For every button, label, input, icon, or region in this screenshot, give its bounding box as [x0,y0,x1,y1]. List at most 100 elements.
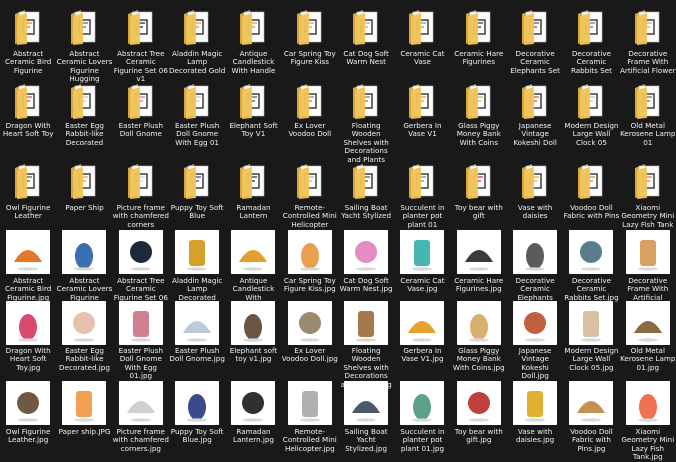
folder-item[interactable]: Antique Candlestick With Handle [225,6,281,80]
file-item[interactable]: Decorative Frame With Artificial Flower.… [620,230,676,310]
folder-row-1: Abstract Ceramic Bird Figurine Abstract C… [0,6,676,83]
folder-item[interactable]: Puppy Toy Soft Blue [169,160,225,234]
folder-item[interactable]: Owl Figurine Leather [0,160,56,234]
folder-item[interactable]: Floating Wooden Shelves with Decorations… [338,80,394,163]
folder-item[interactable]: Ceramic Cat Vase [394,6,450,80]
file-name: Remote-Controlled Mini Helicopter.jpg [282,428,337,453]
file-item[interactable]: Succulent in planter pot plant 01.jpg [394,381,450,455]
folder-name: Decorative Ceramic Elephants Set [510,50,560,75]
image-thumbnail [344,381,389,429]
file-item[interactable]: Voodoo Doll Fabric with Pins.jpg [563,381,619,455]
image-thumbnail [344,301,389,349]
file-item[interactable]: Decorative Ceramic Elephants Set.jpg [507,230,563,310]
file-item[interactable]: Antique Candlestick With Handle.jpg [225,230,281,310]
file-item[interactable]: Sailing Boat Yacht Stylized.jpg [338,381,394,455]
folder-item[interactable]: Car Spring Toy Figure Kiss [282,6,338,80]
folder-icon [633,160,663,204]
folder-item[interactable]: Remote-Controlled Mini Helicopter [282,160,338,234]
file-item[interactable]: Ceramic Cat Vase.jpg [394,230,450,304]
folder-item[interactable]: Toy bear with gift [451,160,507,234]
file-name: Easter Egg Rabbit-like Decorated.jpg [59,347,110,372]
folder-item[interactable]: Old Metal Kerosene Lamp 01 [620,80,676,154]
folder-name: Sailing Boat Yacht Stylized [341,204,392,221]
file-item[interactable]: Abstract Ceramic Lovers Figurine Hugging… [56,230,112,310]
folder-item[interactable]: Vase with daisies [507,160,563,234]
file-item[interactable]: Xiaomi Geometry Mini Lazy Fish Tank.jpg [620,381,676,461]
folder-item[interactable]: Glass Piggy Money Bank With Coins [451,80,507,154]
folder-item[interactable]: Sailing Boat Yacht Stylized [338,160,394,234]
file-item[interactable]: Abstract Ceramic Bird Figurine.jpg [0,230,56,304]
folder-item[interactable]: Japanese Vintage Kokeshi Doll [507,80,563,154]
file-item[interactable]: Vase with daisies.jpg [507,381,563,455]
folder-item[interactable]: Voodoo Doll Fabric with Pins [563,160,619,234]
folder-item[interactable]: Cat Dog Soft Warm Nest [338,6,394,80]
folder-name: Easter Plush Doll Gnome [118,122,163,139]
file-item[interactable]: Gerbera In Vase V1.jpg [394,301,450,375]
file-item[interactable]: Glass Piggy Money Bank With Coins.jpg [451,301,507,375]
image-thumbnail [118,381,163,429]
file-item[interactable]: Picture frame with chamfered corners.jpg [113,381,169,455]
folder-item[interactable]: Decorative Frame With Artificial Flower [620,6,676,80]
file-item[interactable]: Ceramic Hare Figurines.jpg [451,230,507,304]
file-item[interactable]: Old Metal Kerosene Lamp 01.jpg [620,301,676,375]
file-item[interactable]: Easter Plush Doll Gnome With Egg 01.jpg [113,301,169,380]
folder-item[interactable]: Paper Ship [56,160,112,234]
file-item[interactable]: Abstract Tree Ceramic Figurine Set 06 v1… [113,230,169,310]
folder-item[interactable]: Picture frame with chamfered corners [113,160,169,234]
file-item[interactable]: Aladdin Magic Lamp Decorated Gold.jpg [169,230,225,310]
file-item[interactable]: Ramadan Lantern.jpg [225,381,281,455]
file-item[interactable]: Modern Design Large Wall Clock 05.jpg [563,301,619,375]
file-name: Glass Piggy Money Bank With Coins.jpg [452,347,505,372]
folder-name: Aladdin Magic Lamp Decorated Gold [169,50,226,75]
folder-item[interactable]: Abstract Tree Ceramic Figurine Set 06 v1 [113,6,169,83]
folder-item[interactable]: Succulent in planter pot plant 01 [394,160,450,234]
folder-icon [69,6,99,50]
file-item[interactable]: Dragon With Heart Soft Toy.jpg [0,301,56,375]
file-item[interactable]: Japanese Vintage Kokeshi Doll.jpg [507,301,563,380]
file-item[interactable]: Easter Plush Doll Gnome.jpg [169,301,225,375]
folder-item[interactable]: Modern Design Large Wall Clock 05 [563,80,619,154]
folder-item[interactable]: Xiaomi Geometry Mini Lazy Fish Tank [620,160,676,234]
file-item[interactable]: Car Spring Toy Figure Kiss.jpg [282,230,338,304]
image-thumbnail [400,381,445,429]
image-thumbnail [287,301,332,349]
folder-icon [576,6,606,50]
file-item[interactable]: Paper ship.JPG [56,381,112,455]
folder-icon [633,80,663,124]
folder-icon [238,160,268,204]
folder-icon [295,80,325,124]
folder-item[interactable]: Ramadan Lantern [225,160,281,234]
folder-item[interactable]: Gerbera In Vase V1 [394,80,450,154]
image-thumbnail [625,230,670,278]
folder-item[interactable]: Dragon With Heart Soft Toy [0,80,56,154]
folder-item[interactable]: Ex Lover Voodoo Doll [282,80,338,154]
folder-item[interactable]: Decorative Ceramic Rabbits Set [563,6,619,80]
file-item[interactable]: Toy bear with gift.jpg [451,381,507,455]
folder-item[interactable]: Abstract Ceramic Lovers Figurine Hugging [56,6,112,83]
folder-item[interactable]: Elephant Soft Toy V1 [225,80,281,154]
folder-item[interactable]: Aladdin Magic Lamp Decorated Gold [169,6,225,80]
file-item[interactable]: Elephant soft toy v1.jpg [225,301,281,375]
folder-item[interactable]: Easter Plush Doll Gnome [113,80,169,154]
file-item[interactable]: Easter Egg Rabbit-like Decorated.jpg [56,301,112,375]
folder-icon [520,160,550,204]
folder-item[interactable]: Decorative Ceramic Elephants Set [507,6,563,80]
folder-name: Gerbera In Vase V1 [403,122,442,139]
file-item[interactable]: Puppy Toy Soft Blue.jpg [169,381,225,455]
file-item[interactable]: Ex Lover Voodoo Doll.jpg [282,301,338,375]
file-item[interactable]: Owl Figurine Leather.jpg [0,381,56,455]
file-item[interactable]: Cat Dog Soft Warm Nest.jpg [338,230,394,304]
file-item[interactable]: Floating Wooden Shelves with Decorations… [338,301,394,388]
file-item[interactable]: Decorative Ceramic Rabbits Set.jpg [563,230,619,304]
image-thumbnail [118,230,163,278]
folder-item[interactable]: Ceramic Hare Figurines [451,6,507,80]
folder-item[interactable]: Easter Plush Doll Gnome With Egg 01 [169,80,225,154]
folder-icon [238,6,268,50]
file-item[interactable]: Remote-Controlled Mini Helicopter.jpg [282,381,338,455]
folder-item[interactable]: Easter Egg Rabbit-like Decorated [56,80,112,154]
file-name: Toy bear with gift.jpg [454,428,503,445]
folder-name: Succulent in planter pot plant 01 [400,204,445,229]
folder-icon [520,6,550,50]
folder-icon [69,160,99,204]
folder-item[interactable]: Abstract Ceramic Bird Figurine [0,6,56,80]
